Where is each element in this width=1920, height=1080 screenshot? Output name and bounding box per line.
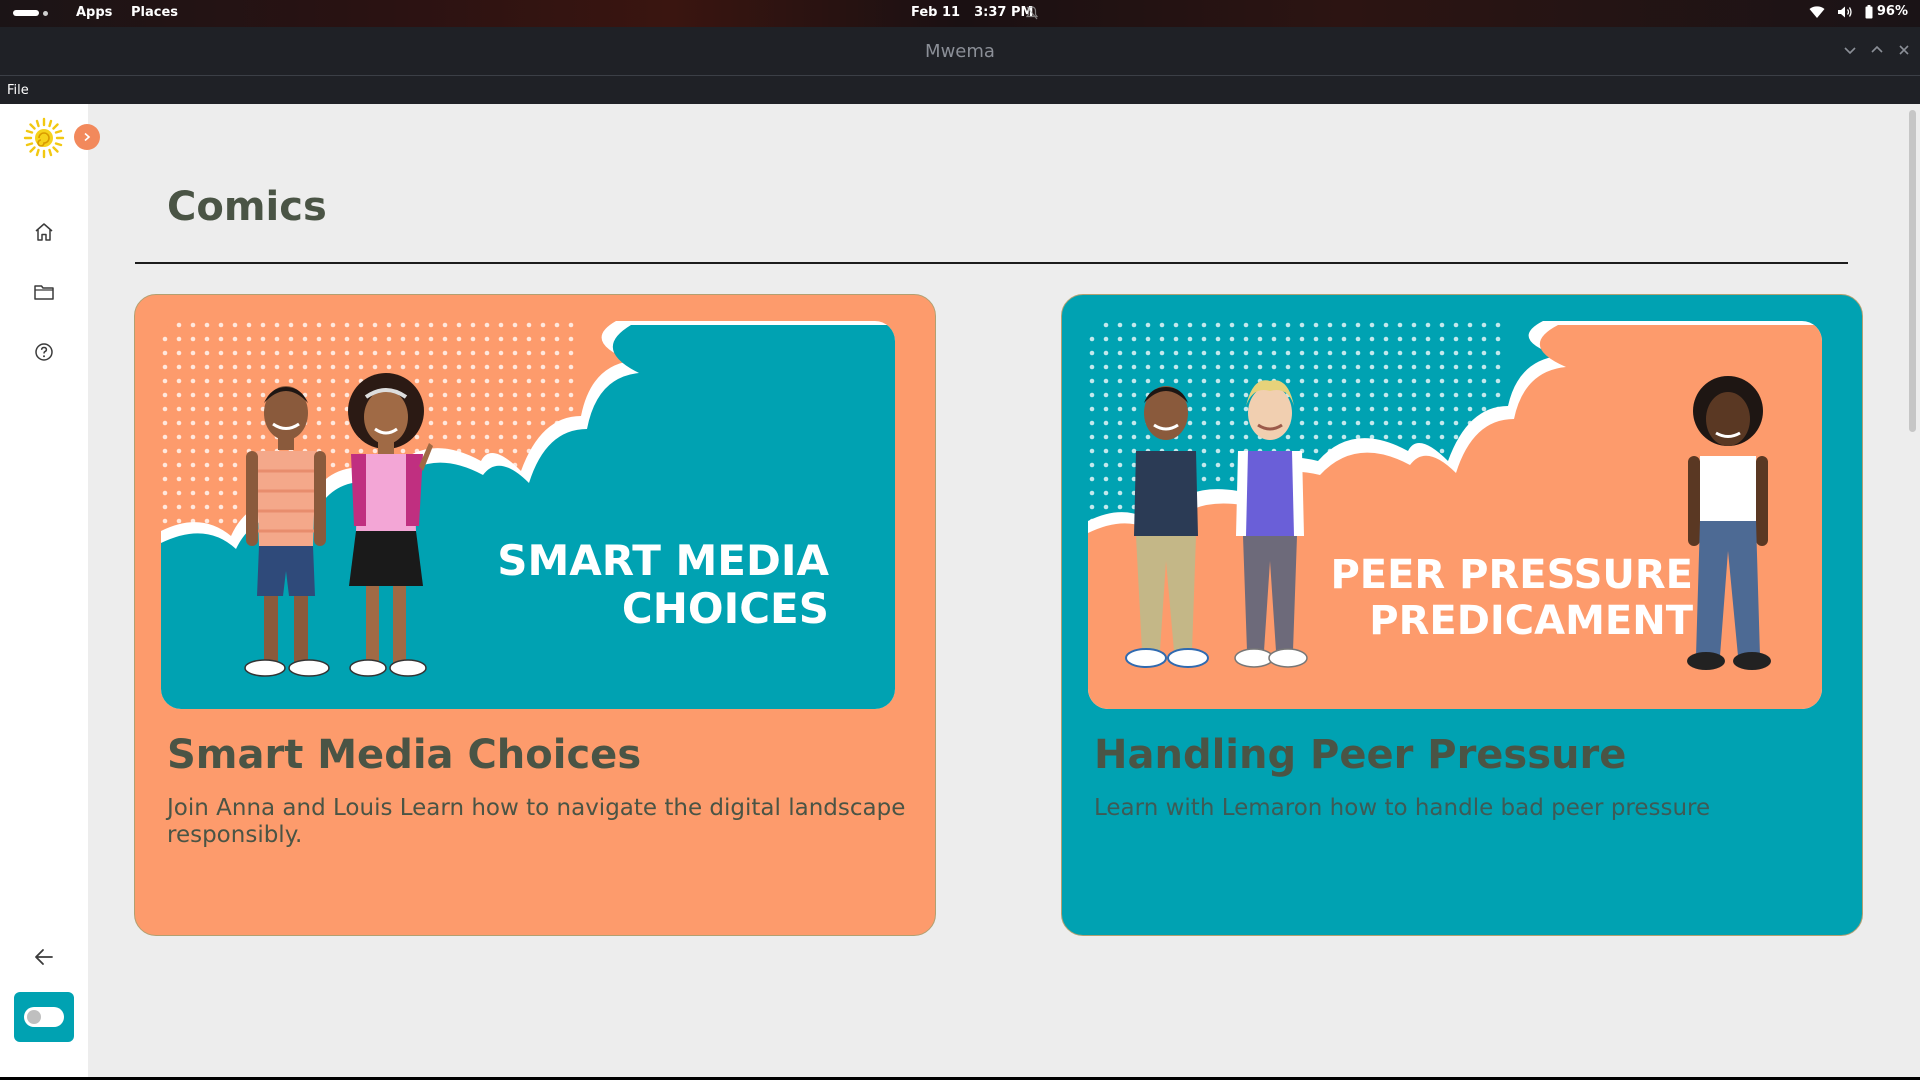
card-title: Handling Peer Pressure bbox=[1094, 732, 1627, 778]
theme-toggle-button[interactable] bbox=[14, 992, 74, 1042]
comic-banner-image: PEER PRESSURE PREDICAMENT bbox=[1088, 321, 1822, 709]
battery-percentage: 96% bbox=[1876, 4, 1908, 19]
toggle-switch bbox=[24, 1007, 64, 1027]
banner-text-line1: SMART MEDIA bbox=[497, 536, 829, 585]
banner-text-line2: CHOICES bbox=[622, 584, 829, 633]
clock-date: Feb 11 bbox=[911, 5, 961, 20]
volume-icon bbox=[1837, 6, 1852, 17]
window-titlebar[interactable]: Mwema bbox=[0, 27, 1920, 76]
folder-icon[interactable] bbox=[32, 280, 56, 304]
scrollbar-thumb[interactable] bbox=[1909, 110, 1916, 432]
sidebar bbox=[0, 104, 100, 1077]
home-icon[interactable] bbox=[32, 220, 56, 244]
comic-card-peer-pressure[interactable]: PEER PRESSURE PREDICAMENT Handling Peer … bbox=[1061, 294, 1863, 936]
maximize-icon[interactable] bbox=[1870, 43, 1884, 57]
peer-pressure-banner-illustration: PEER PRESSURE PREDICAMENT bbox=[1088, 321, 1822, 709]
expand-sidebar-button[interactable] bbox=[74, 124, 100, 150]
toggle-knob bbox=[27, 1010, 41, 1024]
title-divider bbox=[135, 262, 1848, 264]
back-arrow-icon[interactable] bbox=[33, 947, 55, 967]
notifications-off-icon bbox=[1026, 6, 1038, 20]
minimize-icon[interactable] bbox=[1843, 43, 1857, 57]
chevron-right-icon bbox=[84, 132, 91, 142]
banner-text-line1: PEER PRESSURE bbox=[1330, 552, 1693, 598]
close-icon[interactable] bbox=[1897, 43, 1911, 57]
activities-indicator[interactable] bbox=[13, 10, 39, 16]
window-title: Mwema bbox=[925, 41, 995, 62]
system-top-bar: Apps Places Feb 11 3:37 PM 96% bbox=[0, 0, 1920, 27]
comic-banner-image: SMART MEDIA CHOICES bbox=[161, 321, 895, 709]
status-tray[interactable]: 96% bbox=[1809, 4, 1908, 19]
smart-media-banner-illustration: SMART MEDIA CHOICES bbox=[161, 321, 895, 709]
comic-card-smart-media[interactable]: SMART MEDIA CHOICES Smart Media Choices … bbox=[134, 294, 936, 936]
apps-menu[interactable]: Apps bbox=[76, 5, 112, 20]
workspace-dot[interactable] bbox=[43, 11, 48, 16]
battery-icon bbox=[1865, 4, 1873, 18]
card-title: Smart Media Choices bbox=[167, 732, 642, 778]
card-description: Learn with Lemaron how to handle bad pee… bbox=[1094, 795, 1711, 821]
menu-bar: File bbox=[0, 76, 1920, 104]
help-icon[interactable] bbox=[32, 340, 56, 364]
file-menu[interactable]: File bbox=[7, 83, 29, 98]
vertical-scrollbar[interactable] bbox=[1904, 104, 1920, 1077]
banner-text-line2: PREDICAMENT bbox=[1369, 598, 1693, 644]
wifi-icon bbox=[1809, 5, 1825, 18]
card-description: Join Anna and Louis Learn how to navigat… bbox=[167, 795, 906, 848]
app-content: Comics SMART MEDIA CHOICES Smart Media C… bbox=[0, 104, 1920, 1077]
page-title: Comics bbox=[167, 184, 327, 230]
places-menu[interactable]: Places bbox=[131, 5, 178, 20]
sun-logo-icon bbox=[23, 117, 65, 159]
clock-time: 3:37 PM bbox=[974, 5, 1034, 20]
